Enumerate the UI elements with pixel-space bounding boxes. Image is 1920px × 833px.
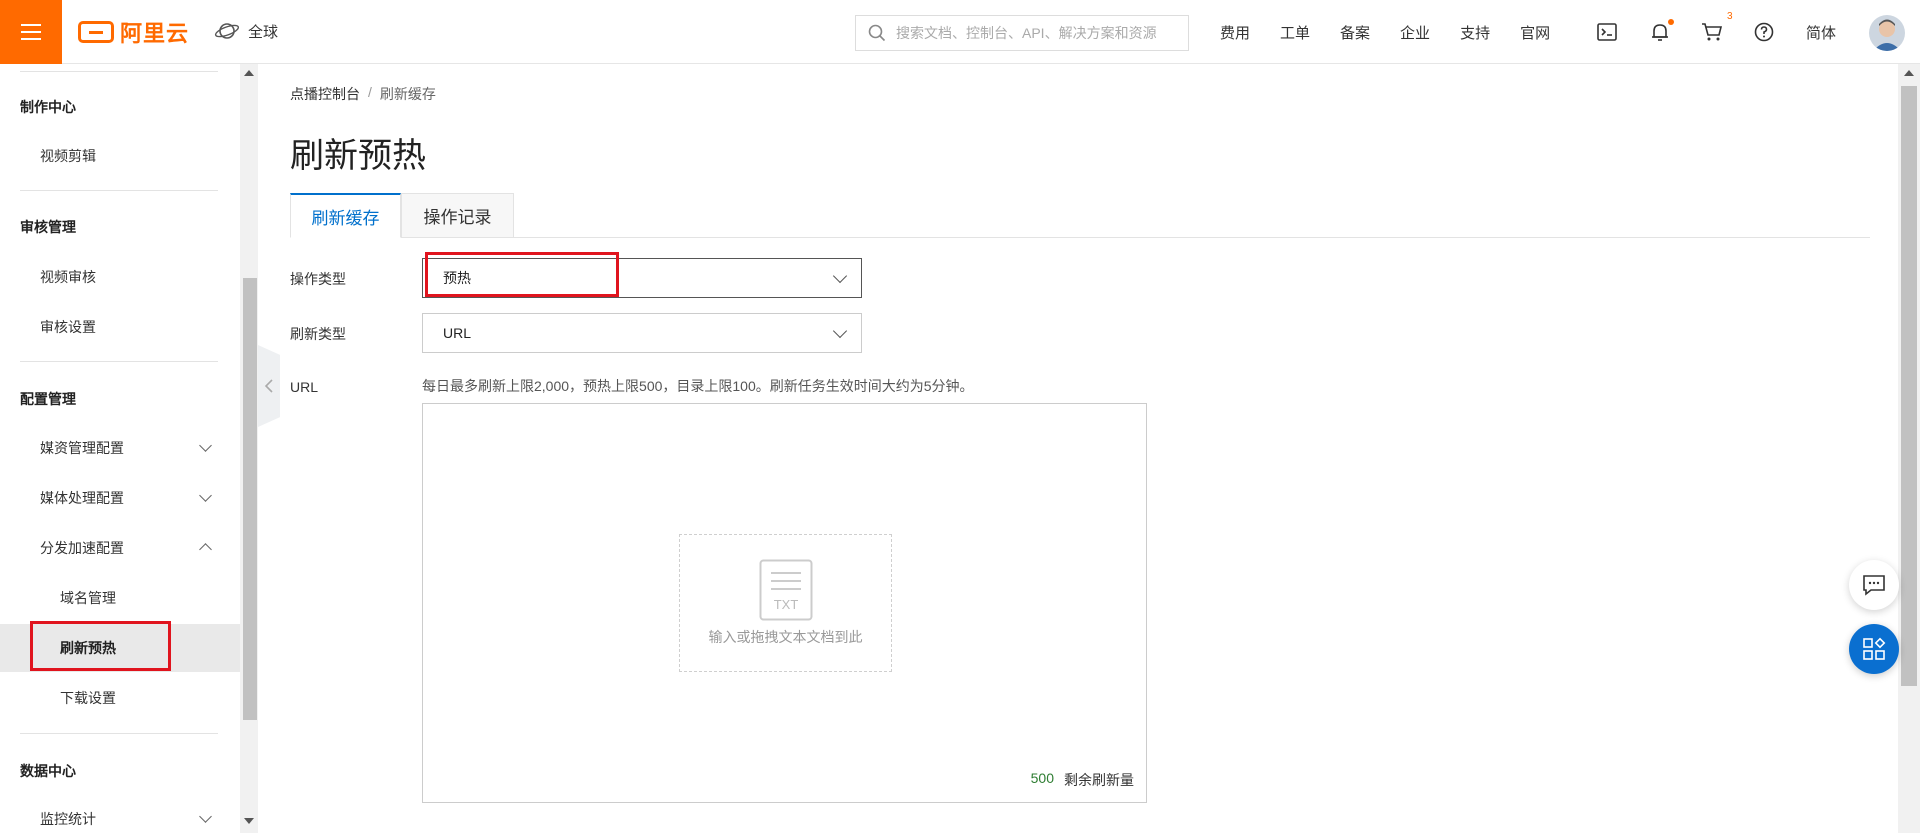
sidebar-item-monitoring[interactable]: 监控统计 [0, 795, 240, 833]
remaining-count: 500 [1030, 770, 1054, 786]
sidebar-item-cdn-config[interactable]: 分发加速配置 [0, 524, 240, 572]
sidebar-section-data: 数据中心 [20, 763, 76, 779]
op-type-value: 预热 [443, 270, 471, 286]
scroll-down-arrow-icon[interactable] [244, 818, 254, 824]
sidebar-divider [20, 71, 218, 72]
breadcrumb-current: 刷新缓存 [379, 86, 436, 102]
region-selector[interactable]: 全球 [214, 20, 278, 42]
scroll-up-arrow-icon[interactable] [244, 70, 254, 76]
refresh-type-label: 刷新类型 [290, 326, 346, 342]
cart-count-badge: 3 [1727, 11, 1733, 22]
help-icon[interactable] [1752, 20, 1776, 44]
sidebar-item-video-edit[interactable]: 视频剪辑 [0, 132, 240, 180]
chevron-left-icon [264, 379, 273, 393]
sidebar-section-config: 配置管理 [20, 391, 76, 407]
sidebar-divider [20, 361, 218, 362]
sidebar-item-video-review[interactable]: 视频审核 [0, 253, 240, 301]
chevron-down-icon [832, 268, 848, 284]
sidebar-divider [20, 190, 218, 191]
notification-dot [1668, 19, 1674, 25]
tab-refresh-cache[interactable]: 刷新缓存 [290, 193, 401, 238]
sidebar-item-refresh-prefetch[interactable]: 刷新预热 [0, 624, 240, 672]
page-scroll-thumb[interactable] [1901, 86, 1917, 686]
sidebar-item-download-settings[interactable]: 下载设置 [0, 674, 240, 722]
sidebar-section-review: 审核管理 [20, 219, 76, 235]
nav-link-icp[interactable]: 备案 [1340, 22, 1370, 43]
chevron-down-icon [832, 323, 848, 339]
chevron-down-icon [199, 489, 212, 502]
remaining-counter: 500 剩余刷新量 [1031, 770, 1134, 790]
chat-icon [1863, 575, 1885, 596]
url-textarea[interactable]: TXT 输入或拖拽文本文档到此 500 剩余刷新量 [422, 403, 1147, 803]
menu-button[interactable] [0, 0, 62, 64]
dropzone-text: 输入或拖拽文本文档到此 [708, 629, 863, 645]
txt-file-icon: TXT [759, 559, 812, 621]
apps-icon [1863, 637, 1886, 660]
nav-link-billing[interactable]: 费用 [1220, 22, 1250, 43]
tab-operation-log[interactable]: 操作记录 [401, 193, 514, 238]
search-input[interactable] [894, 24, 1184, 42]
aliyun-logo[interactable]: 阿里云 [78, 18, 189, 46]
bell-icon[interactable] [1648, 19, 1674, 44]
search-box[interactable] [855, 15, 1189, 51]
nav-link-official-site[interactable]: 官网 [1520, 22, 1550, 43]
refresh-type-select[interactable]: URL [422, 313, 862, 353]
scroll-up-arrow-icon[interactable] [1904, 70, 1914, 76]
language-switch[interactable]: 简体 [1806, 22, 1836, 43]
sidebar-divider [20, 733, 218, 734]
sidebar-collapse-toggle[interactable] [258, 345, 280, 427]
sidebar-item-domain-management[interactable]: 域名管理 [0, 574, 240, 622]
txt-file-icon-label: TXT [773, 597, 798, 612]
cart-icon[interactable]: 3 [1700, 11, 1733, 44]
url-label: URL [290, 379, 319, 395]
globe-icon [214, 23, 240, 39]
chevron-up-icon [199, 543, 212, 556]
terminal-icon[interactable] [1595, 20, 1619, 44]
hamburger-icon [21, 24, 41, 26]
avatar[interactable] [1869, 15, 1905, 51]
logo-icon [78, 21, 114, 43]
breadcrumb-separator: / [368, 84, 372, 100]
chevron-down-icon [199, 439, 212, 452]
chat-button[interactable] [1849, 560, 1899, 610]
remaining-label: 剩余刷新量 [1064, 772, 1134, 788]
nav-link-enterprise[interactable]: 企业 [1400, 22, 1430, 43]
search-icon [868, 24, 886, 42]
nav-link-support[interactable]: 支持 [1460, 22, 1490, 43]
op-type-label: 操作类型 [290, 271, 346, 287]
file-dropzone[interactable]: TXT 输入或拖拽文本文档到此 [679, 534, 892, 672]
region-label: 全球 [248, 23, 279, 41]
tab-bar: 刷新缓存 操作记录 [290, 193, 1870, 238]
refresh-type-value: URL [443, 325, 472, 341]
logo-text: 阿里云 [120, 21, 190, 46]
top-nav-links: 费用 工单 备案 企业 支持 官网 [1220, 0, 1580, 64]
apps-button[interactable] [1849, 624, 1899, 674]
page-title: 刷新预热 [290, 137, 426, 175]
sidebar: 制作中心 视频剪辑 审核管理 视频审核 审核设置 配置管理 媒资管理配置 媒体处… [0, 64, 240, 833]
chevron-down-icon [199, 810, 212, 823]
sidebar-scroll-thumb[interactable] [243, 278, 257, 720]
sidebar-item-media-config[interactable]: 媒资管理配置 [0, 424, 240, 472]
limit-hint: 每日最多刷新上限2,000，预热上限500，目录上限100。刷新任务生效时间大约… [422, 378, 974, 394]
breadcrumb: 点播控制台 / 刷新缓存 [290, 84, 436, 104]
breadcrumb-root[interactable]: 点播控制台 [290, 84, 360, 104]
nav-link-ticket[interactable]: 工单 [1280, 22, 1310, 43]
op-type-select[interactable]: 预热 [422, 258, 862, 298]
sidebar-section-production: 制作中心 [20, 99, 76, 115]
sidebar-item-review-settings[interactable]: 审核设置 [0, 303, 240, 351]
top-bar: 阿里云 全球 费用 工单 备案 企业 支持 官网 3 简体 [0, 0, 1920, 64]
sidebar-item-media-processing[interactable]: 媒体处理配置 [0, 474, 240, 522]
